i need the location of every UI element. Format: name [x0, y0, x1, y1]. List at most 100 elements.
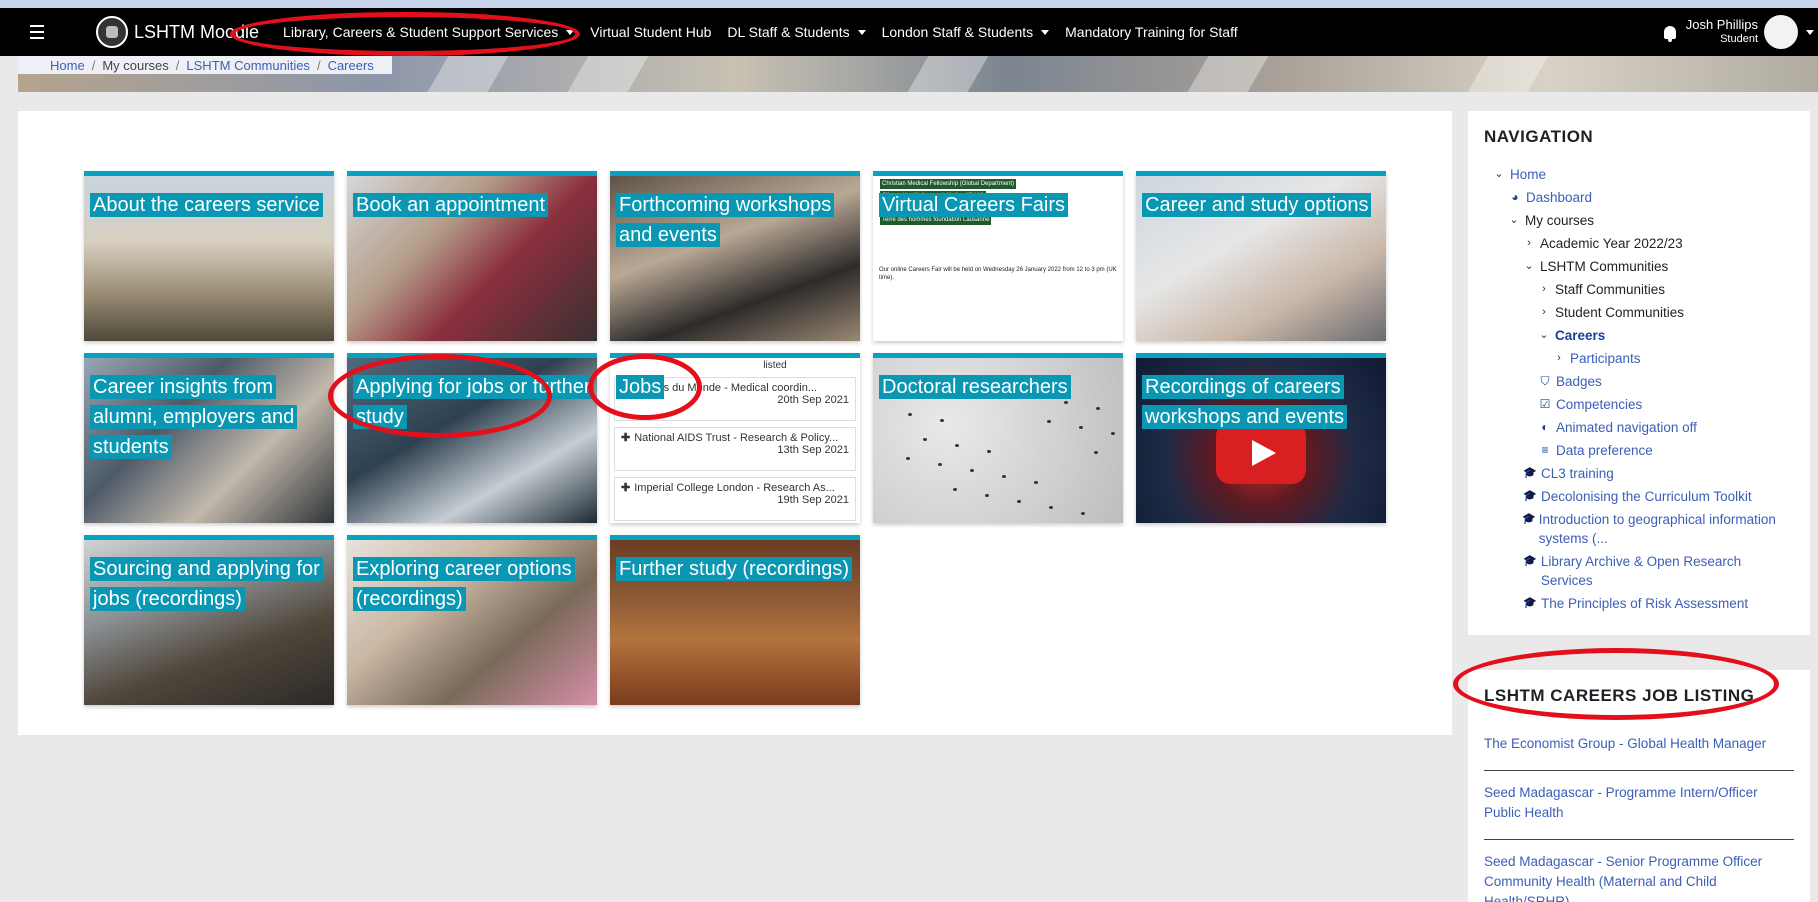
tile-students[interactable]: Exploring career options (recordings) [347, 535, 597, 705]
dashboard-icon: ◕ [1511, 190, 1519, 204]
tile-youtube[interactable]: Recordings of careers workshops and even… [1136, 353, 1386, 523]
nav-tree-item[interactable]: › Participants [1484, 349, 1794, 372]
job-listing-link[interactable]: Seed Madagascar - Senior Programme Offic… [1484, 840, 1794, 902]
nav-menu-item[interactable]: Virtual Student Hub [590, 24, 711, 40]
nav-menu-item[interactable]: Library, Careers & Student Support Servi… [283, 24, 575, 40]
user-area: Josh Phillips Student [1663, 8, 1814, 56]
course-content: About the careers service Book an appoint… [18, 111, 1452, 735]
nav-tree-item[interactable]: › Staff Communities [1484, 280, 1794, 303]
tile-meeting[interactable]: Book an appointment [347, 171, 597, 341]
tile-label: Exploring career options (recordings) [353, 554, 593, 614]
nav-tree-item-label: Animated navigation off [1556, 420, 1697, 435]
tile-label: Forthcoming workshops and events [616, 190, 856, 250]
nav-tree-item-label: Home [1510, 167, 1547, 182]
user-menu[interactable]: Josh Phillips Student [1686, 17, 1758, 47]
nav-tree-item[interactable]: 🎓 Introduction to geographical informatio… [1484, 510, 1794, 552]
job-listing-link[interactable]: The Economist Group - Global Health Mana… [1484, 720, 1794, 771]
nav-menu-item-label: London Staff & Students [881, 24, 1034, 40]
job-listing-title: LSHTM CAREERS JOB LISTING [1484, 686, 1755, 705]
jobs-preview-row: ✚ National AIDS Trust - Research & Policy… [614, 427, 856, 471]
tile-label: Doctoral researchers [879, 372, 1071, 402]
graduation-cap-icon: 🎓 [1523, 467, 1537, 479]
nav-tree-item-label: Participants [1570, 351, 1641, 366]
graduation-cap-icon: 🎓 [1522, 513, 1536, 525]
checkbox-icon: ☑ [1539, 397, 1551, 411]
jobs-preview-header: listed [763, 360, 787, 371]
breadcrumb-home[interactable]: Home [50, 58, 85, 73]
job-listing-link[interactable]: Seed Madagascar - Programme Intern/Offic… [1484, 771, 1794, 840]
tile-fair[interactable]: Christian Medical Fellowship (Global Dep… [873, 171, 1123, 341]
tile-label: About the careers service [90, 190, 323, 220]
nav-tree-item[interactable]: 🎓 Decolonising the Curriculum Toolkit [1484, 487, 1794, 510]
chevron-down-icon[interactable]: ⌄ [1492, 165, 1506, 184]
nav-tree-item[interactable]: › Academic Year 2022/23 [1484, 234, 1794, 257]
tile-label: Recordings of careers workshops and even… [1142, 372, 1382, 432]
notification-bell-icon[interactable] [1663, 25, 1676, 42]
nav-menu-item-label: DL Staff & Students [727, 24, 850, 40]
nav-tree-item[interactable]: 🎓 Library Archive & Open Research Service… [1484, 552, 1794, 594]
nav-tree-item[interactable]: ⛉ Badges [1484, 372, 1794, 395]
nav-tree-item[interactable]: ⌄ Home [1484, 165, 1794, 188]
breadcrumb-my-courses: My courses [102, 57, 169, 73]
tile-microscope[interactable]: Doctoral researchers [873, 353, 1123, 523]
user-menu-chevron-down-icon[interactable] [1806, 29, 1814, 35]
nav-tree-item[interactable]: ⌄ My courses [1484, 211, 1794, 234]
tile-label: Applying for jobs or further study [353, 372, 594, 432]
chevron-down-icon[interactable]: ⌄ [1507, 211, 1521, 230]
tile-building[interactable]: About the careers service [84, 171, 334, 341]
tile-label: Sourcing and applying for jobs (recordin… [90, 554, 330, 614]
primary-nav-menu: Library, Careers & Student Support Servi… [283, 24, 1254, 40]
lshtm-logo-icon[interactable] [96, 16, 128, 48]
nav-tree-item[interactable]: 🎓 The Principles of Risk Assessment [1484, 594, 1794, 617]
nav-tree-item-label: Library Archive & Open Research Services [1540, 554, 1742, 588]
nav-tree-item-label: Introduction to geographical information… [1538, 512, 1776, 546]
chevron-down-icon [857, 29, 866, 35]
nav-tree-item[interactable]: 🎓 CL3 training [1484, 464, 1794, 487]
chevron-right-icon[interactable]: › [1537, 280, 1551, 299]
tile-label: Further study (recordings) [616, 554, 853, 584]
nav-tree-item[interactable]: ◐ Animated navigation off [1484, 418, 1794, 441]
tile-label: Virtual Careers Fairs [879, 190, 1069, 220]
top-navbar: LSHTM Moodle Library, Careers & Student … [0, 8, 1818, 56]
jobs-preview-row: ✚ Imperial College London - Research As..… [614, 477, 856, 521]
tile-event[interactable]: Forthcoming workshops and events [610, 171, 860, 341]
chevron-right-icon[interactable]: › [1537, 303, 1551, 322]
nav-menu-item-label: Library, Careers & Student Support Servi… [283, 24, 559, 40]
tile-classroom[interactable]: Sourcing and applying for jobs (recordin… [84, 535, 334, 705]
nav-tree-item-label: My courses [1525, 213, 1595, 228]
nav-tree-item[interactable]: ⌄ LSHTM Communities [1484, 257, 1794, 280]
chevron-right-icon[interactable]: › [1552, 349, 1566, 368]
tile-consultation[interactable]: Career and study options [1136, 171, 1386, 341]
nav-tree-item[interactable]: ⌄ Careers [1484, 326, 1794, 349]
top-accent-strip [0, 0, 1818, 8]
site-brand[interactable]: LSHTM Moodle [134, 22, 259, 43]
chevron-down-icon [1041, 29, 1050, 35]
nav-tree-item[interactable]: › Student Communities [1484, 303, 1794, 326]
chevron-right-icon[interactable]: › [1522, 234, 1536, 253]
tile-job[interactable]: listed✚...ecins du Monde - Medical coord… [610, 353, 860, 523]
tile-laptop[interactable]: Applying for jobs or further study [347, 353, 597, 523]
user-role: Student [1720, 33, 1758, 45]
nav-tree-item[interactable]: ☑ Competencies [1484, 395, 1794, 418]
breadcrumb-current[interactable]: Careers [328, 58, 374, 73]
nav-tree-item[interactable]: ◕ Dashboard [1484, 188, 1794, 211]
nav-tree-item-label: Badges [1556, 374, 1602, 389]
nav-menu-item[interactable]: London Staff & Students [882, 24, 1050, 40]
nav-tree-item-label: LSHTM Communities [1540, 259, 1669, 274]
navigation-block: NAVIGATION ⌄ Home ◕ Dashboard ⌄ My courses › Ac… [1468, 111, 1810, 635]
avatar[interactable] [1764, 15, 1798, 49]
breadcrumb-communities[interactable]: LSHTM Communities [186, 58, 310, 73]
graduation-cap-icon: 🎓 [1523, 555, 1537, 567]
right-sidebar: NAVIGATION ⌄ Home ◕ Dashboard ⌄ My courses › Ac… [1468, 111, 1810, 902]
tile-library[interactable]: Further study (recordings) [610, 535, 860, 705]
chevron-down-icon[interactable]: ⌄ [1522, 257, 1536, 276]
tile-networking[interactable]: Career insights from alumni, employers a… [84, 353, 334, 523]
nav-menu-item[interactable]: Mandatory Training for Staff [1065, 24, 1238, 40]
hamburger-menu-icon[interactable] [30, 25, 56, 39]
fair-text: Our online Careers Fair will be held on … [879, 267, 1117, 281]
shield-icon: ⛉ [1540, 374, 1550, 388]
chevron-down-icon[interactable]: ⌄ [1537, 326, 1551, 345]
toggle-icon: ◐ [1541, 420, 1549, 434]
nav-tree-item[interactable]: ≡ Data preference [1484, 441, 1794, 464]
nav-menu-item[interactable]: DL Staff & Students [727, 24, 866, 40]
